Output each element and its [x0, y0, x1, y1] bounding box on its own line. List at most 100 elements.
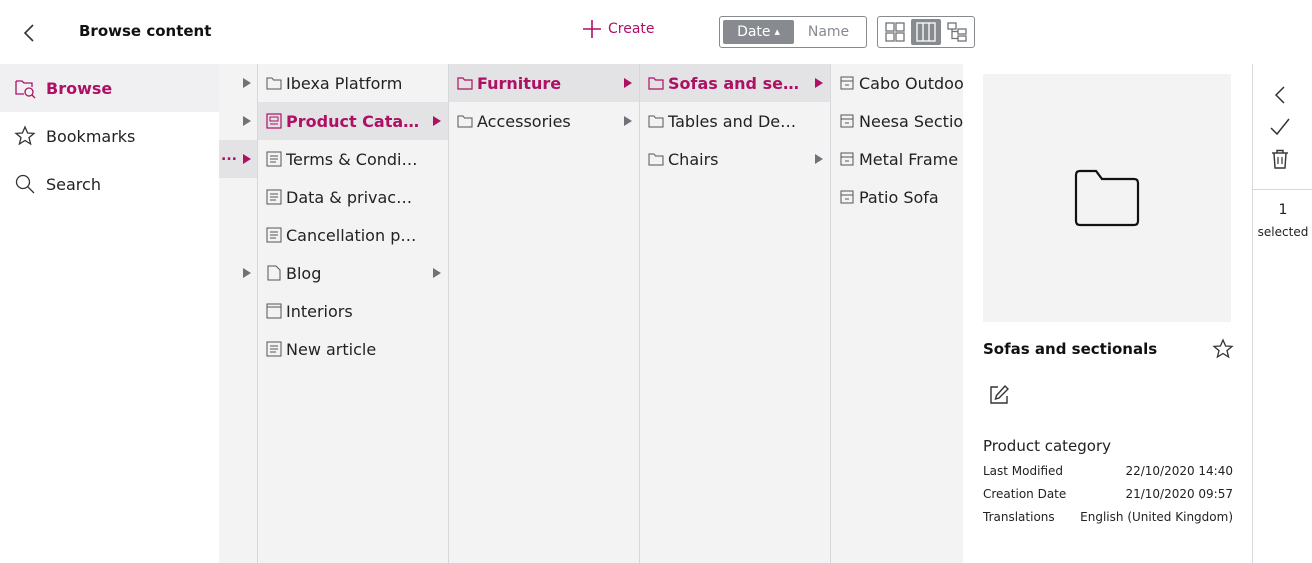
product-icon [840, 76, 854, 90]
expand-arrow-icon [243, 116, 251, 126]
sidebar-item-browse[interactable]: Browse [0, 64, 219, 112]
list-item[interactable]: Neesa Sectional [831, 102, 963, 140]
folder-icon [648, 153, 664, 166]
expand-arrow-icon [815, 154, 823, 164]
collapsed-row-selected[interactable]: ... [219, 140, 257, 178]
expand-arrow-icon [815, 78, 823, 88]
folder-icon [457, 115, 473, 128]
sort-ascending-icon: ▲ [774, 28, 780, 36]
column-product-catalog: Furniture Accessories [449, 64, 640, 563]
page-title: Browse content [79, 22, 212, 40]
meta-translations: Translations English (United Kingdom) [983, 510, 1233, 524]
article-icon [266, 189, 282, 205]
product-icon [840, 190, 854, 204]
expand-arrow-icon [624, 78, 632, 88]
search-icon [15, 174, 35, 194]
list-item-selected[interactable]: Furniture [449, 64, 639, 102]
list-item[interactable]: New article [258, 330, 448, 368]
article-icon [266, 151, 282, 167]
columns-view-button[interactable] [910, 19, 942, 45]
sidebar: Browse Bookmarks Search [0, 64, 219, 563]
view-switcher [877, 16, 975, 48]
plus-icon [583, 20, 601, 38]
landing-page-icon [266, 303, 282, 319]
sort-date-label: Date [737, 24, 771, 40]
list-item[interactable]: Tables and Desks [640, 102, 830, 140]
preview-thumbnail [983, 74, 1231, 322]
list-item[interactable]: Chairs [640, 140, 830, 178]
list-item[interactable]: Data & privacy regulations [258, 178, 448, 216]
folder-icon [266, 77, 282, 90]
star-icon [14, 125, 36, 146]
collapsed-ellipsis: ... [221, 148, 237, 164]
collapsed-row[interactable] [219, 64, 257, 102]
list-item-selected[interactable]: Product Catalog [258, 102, 448, 140]
tree-view-icon [947, 22, 967, 42]
expand-arrow-icon [433, 268, 441, 278]
sidebar-item-bookmarks[interactable]: Bookmarks [0, 112, 219, 160]
product-icon [840, 152, 854, 166]
list-item[interactable]: Cancellation policy [258, 216, 448, 254]
trash-icon[interactable] [1269, 148, 1291, 170]
back-icon[interactable] [18, 22, 40, 44]
sort-by-date-button[interactable]: Date ▲ [723, 20, 794, 44]
selected-count: 1 [1278, 202, 1288, 218]
confirm-check-icon[interactable] [1269, 116, 1291, 138]
expand-arrow-icon [243, 268, 251, 278]
catalog-icon [266, 113, 282, 129]
article-icon [266, 227, 282, 243]
collapsed-row[interactable] [219, 102, 257, 140]
column-furniture: Sofas and sectionals Tables and Desks Ch… [640, 64, 831, 563]
collapsed-row [219, 216, 257, 254]
sort-by-name-button[interactable]: Name [794, 24, 863, 40]
folder-icon [648, 77, 664, 90]
create-button[interactable]: Create [582, 17, 655, 41]
column-sofas: Cabo Outdoor Neesa Sectional Metal Frame… [831, 64, 963, 563]
bookmark-star-icon[interactable] [1212, 338, 1234, 360]
finder-columns: ... Ibexa Platform Product Catalog Terms… [219, 64, 963, 563]
collapsed-row[interactable] [219, 254, 257, 292]
collapsed-row [219, 178, 257, 216]
sidebar-item-search[interactable]: Search [0, 160, 219, 208]
folder-icon [457, 77, 473, 90]
grid-view-icon [885, 22, 905, 42]
grid-view-button[interactable] [880, 19, 911, 45]
expand-arrow-icon [624, 116, 632, 126]
content-type: Product category [983, 437, 1112, 455]
product-icon [840, 114, 854, 128]
expand-arrow-icon [243, 154, 251, 164]
sidebar-item-label: Bookmarks [46, 126, 136, 146]
preview-title: Sofas and sectionals [983, 340, 1158, 358]
meta-creation-date: Creation Date 21/10/2020 09:57 [983, 487, 1233, 501]
list-item[interactable]: Blog [258, 254, 448, 292]
divider [1253, 189, 1312, 190]
list-item[interactable]: Interiors [258, 292, 448, 330]
file-icon [267, 265, 281, 281]
folder-icon [1074, 169, 1140, 227]
edit-icon[interactable] [988, 384, 1010, 406]
sidebar-item-label: Browse [46, 78, 113, 98]
preview-panel: Sofas and sectionals Product category La… [963, 64, 1252, 563]
list-item[interactable]: Cabo Outdoor [831, 64, 963, 102]
expand-arrow-icon [243, 78, 251, 88]
collapsed-column: ... [219, 64, 258, 563]
meta-last-modified: Last Modified 22/10/2020 14:40 [983, 464, 1233, 478]
list-item[interactable]: Accessories [449, 102, 639, 140]
selection-actions: 1 selected [1252, 64, 1312, 563]
column-root: Ibexa Platform Product Catalog Terms & C… [258, 64, 449, 563]
expand-arrow-icon [433, 116, 441, 126]
selected-label: selected [1257, 225, 1309, 239]
list-item[interactable]: Terms & Conditions [258, 140, 448, 178]
sidebar-item-label: Search [46, 174, 101, 194]
list-item-selected[interactable]: Sofas and sectionals [640, 64, 830, 102]
columns-view-icon [916, 22, 936, 42]
tree-view-button[interactable] [941, 19, 972, 45]
folder-icon [648, 115, 664, 128]
create-label: Create [608, 21, 655, 37]
list-item[interactable]: Patio Sofa [831, 178, 963, 216]
list-item[interactable]: Ibexa Platform [258, 64, 448, 102]
article-icon [266, 341, 282, 357]
collapse-panel-icon[interactable] [1269, 84, 1291, 106]
browse-icon [15, 80, 36, 99]
list-item[interactable]: Metal Frame Sofa [831, 140, 963, 178]
